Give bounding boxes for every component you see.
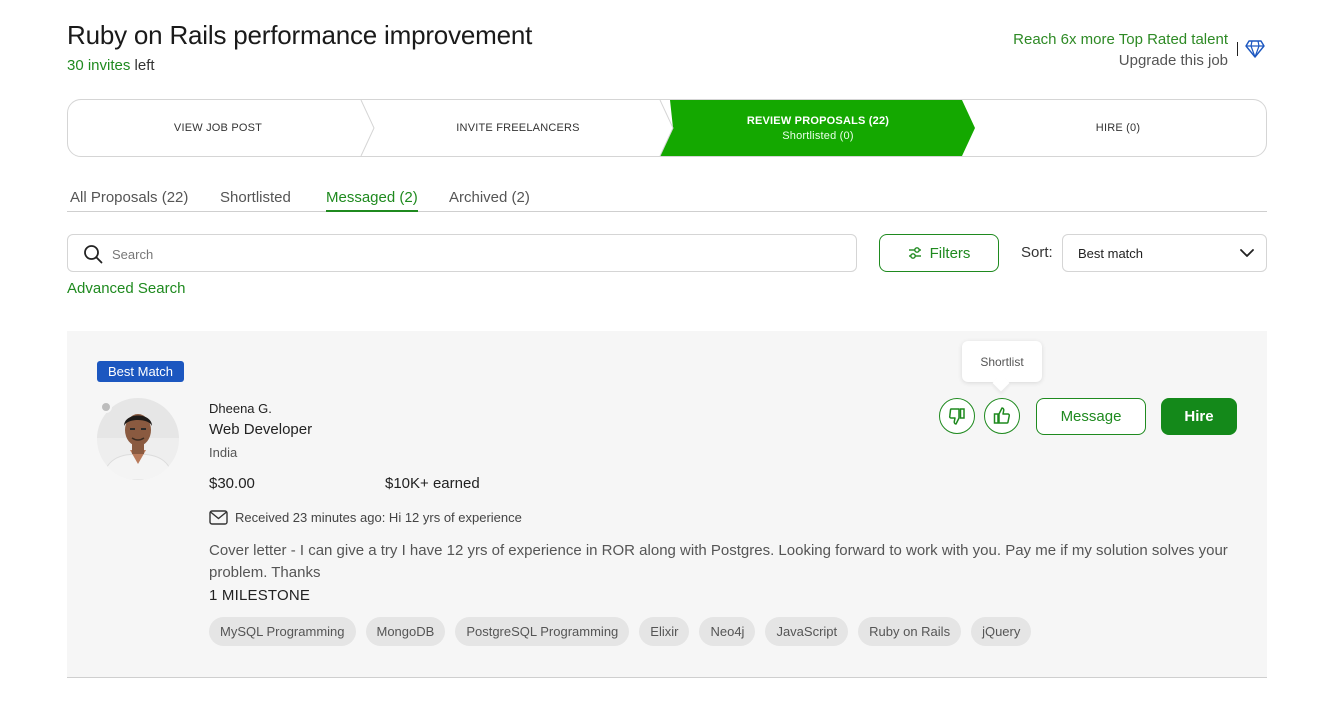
- sort-label: Sort:: [1021, 244, 1053, 261]
- shortlist-tooltip: Shortlist: [962, 341, 1042, 382]
- tab-archived[interactable]: Archived (2): [449, 189, 530, 210]
- milestone-count: 1 MILESTONE: [209, 587, 311, 604]
- tab-shortlisted[interactable]: Shortlisted: [220, 189, 291, 210]
- freelancer-title: Web Developer: [209, 421, 313, 438]
- freelancer-name[interactable]: Dheena G.: [209, 401, 272, 416]
- step-hire[interactable]: HIRE (0): [968, 100, 1266, 156]
- filters-label: Filters: [929, 244, 971, 262]
- sort-value: Best match: [1078, 246, 1144, 261]
- shortlist-button[interactable]: [984, 398, 1020, 434]
- skill-tag[interactable]: Elixir: [639, 617, 690, 646]
- chevron-down-icon: [1240, 249, 1254, 257]
- skill-tag[interactable]: jQuery: [971, 617, 1032, 646]
- invites-suffix: left: [130, 57, 155, 74]
- cover-letter: Cover letter - I can give a try I have 1…: [209, 542, 1228, 581]
- invites-count: 30 invites: [67, 57, 131, 74]
- tab-all-proposals[interactable]: All Proposals (22): [70, 189, 188, 210]
- step-sublabel: Shortlisted (0): [782, 129, 854, 142]
- thumbs-up-icon: [993, 407, 1011, 424]
- best-match-badge: Best Match: [97, 361, 185, 382]
- freelancer-country: India: [209, 445, 238, 460]
- upsell-reach-link[interactable]: Reach 6x more Top Rated talent: [1013, 29, 1228, 50]
- sort-dropdown[interactable]: Best match: [1062, 234, 1267, 272]
- step-label: HIRE (0): [1095, 122, 1141, 134]
- skill-tag[interactable]: PostgreSQL Programming: [455, 617, 630, 646]
- step-invite-freelancers[interactable]: INVITE FREELANCERS: [368, 100, 668, 156]
- sliders-icon: [908, 247, 921, 259]
- skill-tag[interactable]: JavaScript: [765, 617, 849, 646]
- upgrade-job-link[interactable]: Upgrade this job: [1013, 50, 1228, 71]
- total-earned: $10K+ earned: [385, 475, 480, 492]
- step-review-proposals[interactable]: REVIEW PROPOSALS (22) Shortlisted (0): [668, 100, 968, 156]
- step-view-job-post[interactable]: VIEW JOB POST: [68, 100, 368, 156]
- upsell-divider: [1237, 42, 1238, 56]
- thumbs-down-icon: [948, 408, 965, 425]
- message-received[interactable]: Received 23 minutes ago: Hi 12 yrs of ex…: [209, 510, 522, 525]
- invites-left: 30 invites left: [67, 57, 155, 74]
- skill-tag[interactable]: Neo4j: [699, 617, 756, 646]
- search-box: [67, 234, 857, 272]
- skills-list: MySQL Programming MongoDB PostgreSQL Pro…: [209, 617, 1032, 646]
- tab-messaged[interactable]: Messaged (2): [326, 189, 418, 212]
- online-status-dot: [100, 401, 112, 413]
- message-button[interactable]: Message: [1036, 398, 1146, 435]
- search-icon: [84, 245, 103, 264]
- search-input[interactable]: [112, 243, 832, 265]
- skill-tag[interactable]: MongoDB: [365, 617, 446, 646]
- page-title: Ruby on Rails performance improvement: [67, 20, 533, 50]
- skill-tag[interactable]: MySQL Programming: [209, 617, 356, 646]
- step-label: REVIEW PROPOSALS (22): [746, 114, 890, 127]
- proposal-tabs: All Proposals (22) Shortlisted Messaged …: [67, 186, 1267, 212]
- hourly-rate: $30.00: [209, 475, 255, 492]
- proposal-card[interactable]: Best Match Dheena G. Web Developer India…: [67, 331, 1267, 678]
- envelope-icon: [209, 510, 228, 525]
- advanced-search-link[interactable]: Advanced Search: [67, 280, 185, 297]
- hiring-stepper: VIEW JOB POST INVITE FREELANCERS REVIEW …: [67, 99, 1267, 157]
- received-text: Received 23 minutes ago: Hi 12 yrs of ex…: [235, 510, 522, 525]
- step-label: VIEW JOB POST: [173, 122, 263, 134]
- upsell-block[interactable]: Reach 6x more Top Rated talent Upgrade t…: [1013, 29, 1228, 71]
- step-label: INVITE FREELANCERS: [456, 122, 580, 134]
- dislike-button[interactable]: [939, 398, 975, 434]
- diamond-icon[interactable]: [1245, 40, 1265, 58]
- filters-button[interactable]: Filters: [879, 234, 999, 272]
- skill-tag[interactable]: Ruby on Rails: [858, 617, 962, 646]
- hire-button[interactable]: Hire: [1161, 398, 1237, 435]
